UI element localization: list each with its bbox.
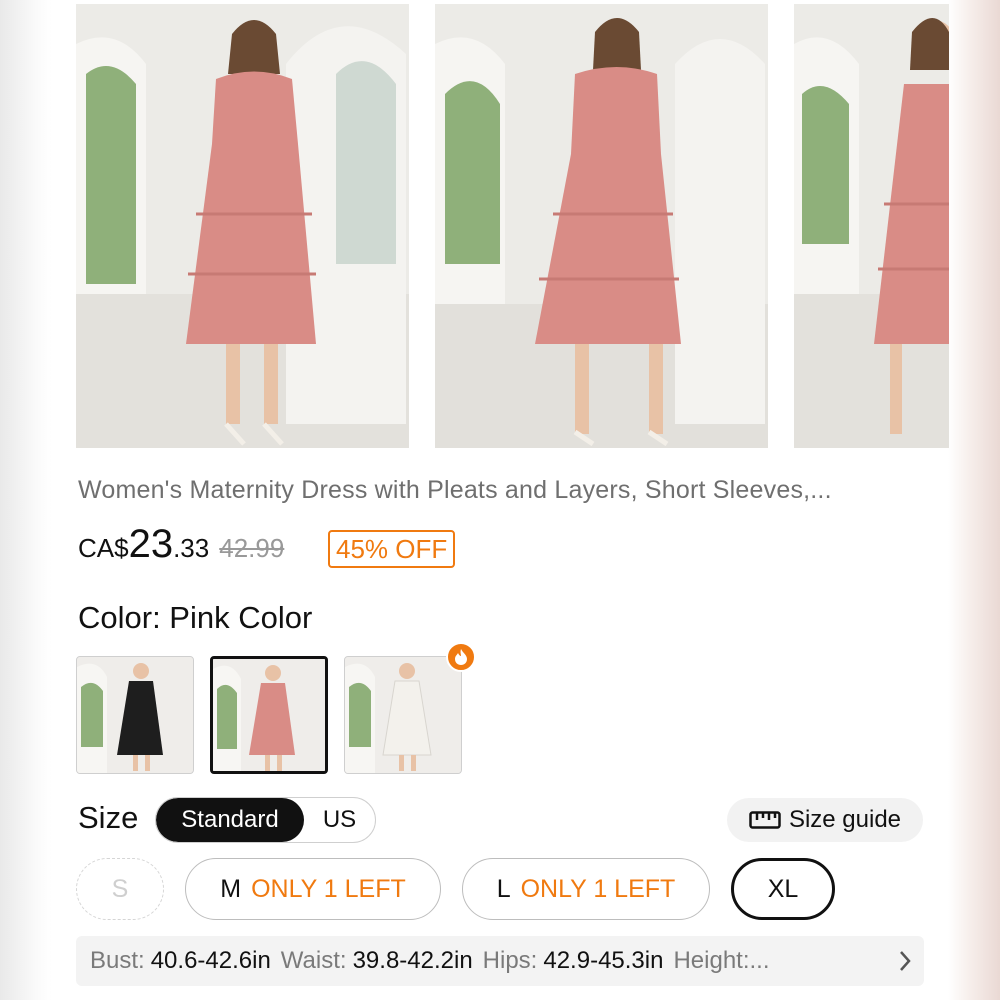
discount-badge: 45% OFF	[328, 530, 456, 568]
right-edge-backdrop	[948, 0, 1000, 1000]
size-option-m[interactable]: M ONLY 1 LEFT	[185, 858, 441, 920]
size-label: Size	[78, 800, 139, 835]
white-dress-swatch[interactable]	[344, 656, 462, 774]
price-currency: CA$	[78, 533, 129, 563]
size-option-xl[interactable]: XL	[731, 858, 835, 920]
price-row: CA$ 23 .33 42.99 45% OFF	[78, 522, 456, 570]
original-price: 42.99	[219, 533, 285, 563]
pink-dress-swatch[interactable]	[210, 656, 328, 774]
toggle-standard[interactable]: Standard	[156, 798, 304, 842]
stock-warning: ONLY 1 LEFT	[520, 874, 676, 903]
measurements-bar[interactable]: Bust: 40.6-42.6in Waist: 39.8-42.2in Hip…	[76, 936, 924, 986]
price-integer: 23	[128, 522, 174, 566]
product-title[interactable]: Women's Maternity Dress with Pleats and …	[78, 476, 938, 505]
waist-value: 39.8-42.2in	[352, 947, 473, 974]
height-key: Height:...	[673, 947, 770, 974]
size-guide-button[interactable]: Size guide	[727, 798, 923, 842]
size-option-label: XL	[767, 874, 799, 903]
hips-value: 42.9-45.3in	[543, 947, 664, 974]
toggle-us[interactable]: US	[304, 798, 375, 842]
product-image-gallery[interactable]	[76, 4, 949, 448]
product-photo-side[interactable]	[794, 4, 949, 448]
color-label: Color: Pink Color	[78, 600, 313, 635]
waist-key: Waist:	[280, 947, 347, 974]
bust-value: 40.6-42.6in	[150, 947, 271, 974]
ruler-icon	[749, 811, 781, 829]
size-option-s[interactable]: S	[76, 858, 164, 920]
product-photo-back[interactable]	[435, 4, 768, 448]
price-decimal: .33	[173, 533, 210, 563]
bust-key: Bust:	[90, 947, 145, 974]
flame-icon	[446, 642, 476, 672]
size-guide-label: Size guide	[788, 806, 902, 833]
product-photo-front[interactable]	[76, 4, 409, 448]
size-option-label: S	[111, 874, 129, 903]
hips-key: Hips:	[482, 947, 538, 974]
chevron-right-icon	[900, 951, 911, 971]
size-standard-toggle[interactable]: Standard US	[155, 797, 376, 843]
size-option-l[interactable]: L ONLY 1 LEFT	[462, 858, 710, 920]
left-edge-backdrop	[0, 0, 52, 1000]
size-option-label: M	[220, 874, 242, 903]
black-dress-swatch[interactable]	[76, 656, 194, 774]
size-option-label: L	[496, 874, 511, 903]
stock-warning: ONLY 1 LEFT	[251, 874, 406, 903]
